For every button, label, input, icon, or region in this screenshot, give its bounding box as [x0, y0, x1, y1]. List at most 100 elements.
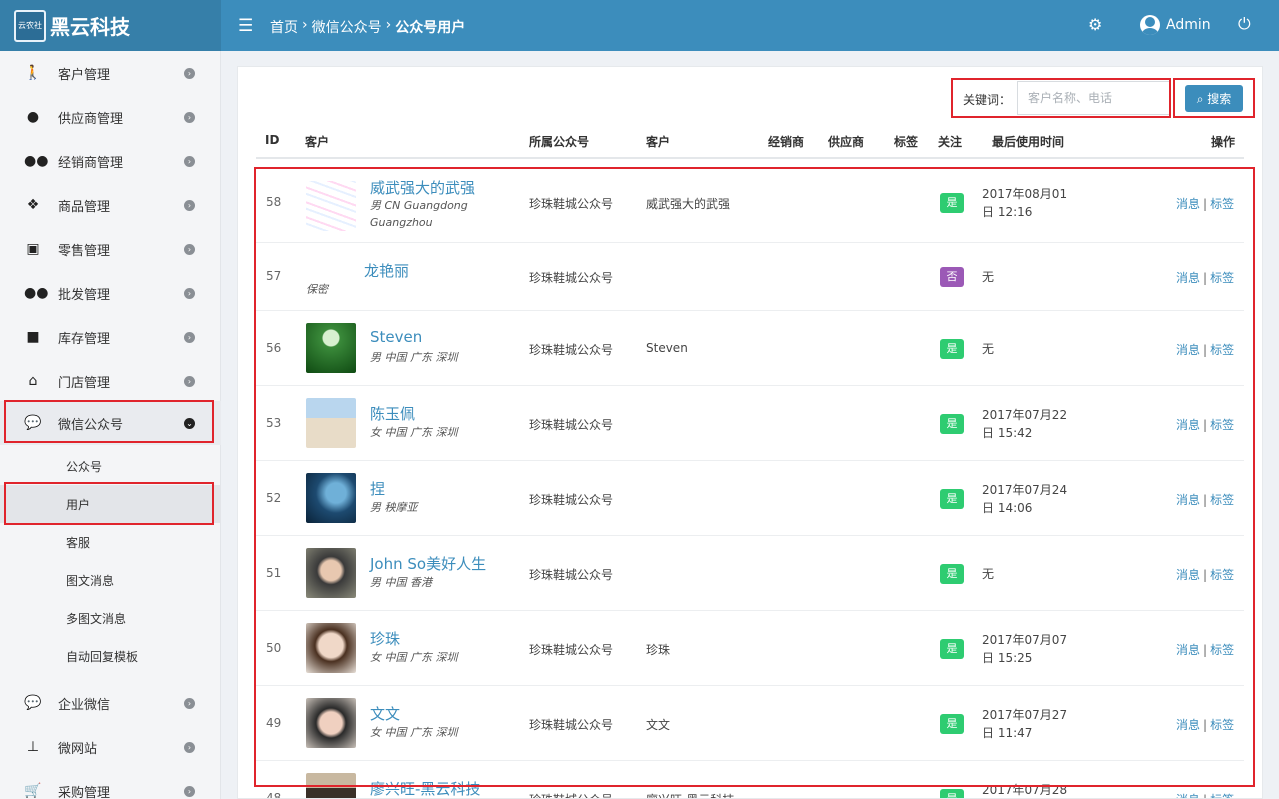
last-used-time: 2017年07月28 — [982, 783, 1068, 797]
menu-toggle-icon[interactable]: ☰ — [238, 16, 253, 36]
action-separator: | — [1203, 793, 1207, 798]
main-panel: 关键词： ⌕ 搜索 ID 客户 所属公众号 客户 经销商 供应商 标签 关注 最… — [237, 66, 1263, 799]
linked-customer: Steven — [646, 341, 688, 355]
chevron-right-icon: › — [184, 375, 195, 387]
sidebar-subitem-accounts[interactable]: 公众号 — [0, 447, 221, 485]
sidebar-item-micro-site[interactable]: ⊥ 微网站 › — [0, 725, 221, 769]
message-link[interactable]: 消息 — [1176, 493, 1200, 507]
sidebar-subitem-news[interactable]: 图文消息 — [0, 561, 221, 599]
user-menu[interactable]: Admin — [1140, 15, 1211, 35]
sitemap-icon: ⊥ — [26, 739, 40, 755]
sidebar-item-products[interactable]: ❖ 商品管理 › — [0, 183, 221, 227]
sidebar-item-wholesale[interactable]: ●● 批发管理 › — [0, 271, 221, 315]
sidebar-item-wechat-official[interactable]: 💬 微信公众号 ⌄ — [0, 401, 221, 445]
action-separator: | — [1203, 718, 1208, 732]
action-separator: | — [1203, 418, 1208, 432]
sidebar-subitem-label: 用户 — [66, 497, 91, 512]
customer-name-link[interactable]: Steven — [370, 328, 422, 346]
sidebar-subitem-multi-news[interactable]: 多图文消息 — [0, 599, 221, 637]
customer-name-link[interactable]: 珍珠 — [370, 628, 400, 649]
brand[interactable]: 云农社 黑云科技 — [0, 0, 221, 51]
avatar — [306, 548, 356, 598]
customer-name-link[interactable]: 陈玉佩 — [370, 403, 415, 424]
sidebar-subitem-users[interactable]: 用户 — [0, 485, 221, 523]
follow-badge: 是 — [940, 564, 964, 584]
breadcrumb-wechat[interactable]: 微信公众号 — [312, 17, 382, 37]
avatar — [306, 698, 356, 748]
customer-name-link[interactable]: 龙艳丽 — [364, 260, 409, 281]
row-actions: 消息|标签 — [1176, 566, 1234, 583]
tag-link[interactable]: 标签 — [1210, 718, 1234, 732]
chevron-right-icon: › — [184, 155, 195, 167]
sidebar-item-stores[interactable]: ⌂ 门店管理 › — [0, 359, 221, 403]
breadcrumb-home[interactable]: 首页 — [270, 17, 298, 37]
column-header: 最后使用时间 — [992, 135, 1065, 149]
sidebar-item-work-wechat[interactable]: 💬 企业微信 › — [0, 681, 221, 725]
sidebar-item-label: 经销商管理 — [58, 155, 124, 171]
row-id: 48 — [266, 791, 282, 799]
last-used-time: 无 — [982, 270, 995, 284]
breadcrumb-current: 公众号用户 — [395, 20, 466, 36]
tag-link[interactable]: 标签 — [1210, 343, 1234, 357]
tag-link[interactable]: 标签 — [1210, 793, 1234, 798]
avatar — [306, 773, 356, 798]
sidebar-subitem-auto-reply[interactable]: 自动回复模板 — [0, 637, 221, 675]
row-actions: 消息|标签 — [1176, 195, 1234, 212]
wechat-icon: 💬 — [24, 415, 42, 431]
customer-name-link[interactable]: 威武强大的武强 — [370, 177, 475, 198]
sidebar-item-label: 商品管理 — [58, 199, 111, 215]
chevron-right-icon: › — [184, 287, 195, 299]
row-actions: 消息|标签 — [1176, 791, 1234, 798]
tag-link[interactable]: 标签 — [1210, 418, 1234, 432]
message-link[interactable]: 消息 — [1176, 418, 1200, 432]
message-link[interactable]: 消息 — [1176, 568, 1200, 582]
search-button[interactable]: ⌕ 搜索 — [1185, 85, 1243, 112]
brand-name: 黑云科技 — [50, 15, 130, 39]
sidebar-item-customers[interactable]: 🚶 客户管理 › — [0, 51, 221, 95]
top-navbar: 云农社 黑云科技 ☰ 首页 › 微信公众号 › 公众号用户 ⚙ Admin ⏻ — [0, 0, 1279, 51]
column-header[interactable]: ID — [265, 133, 279, 147]
tag-link[interactable]: 标签 — [1210, 643, 1234, 657]
row-id: 51 — [266, 566, 282, 580]
column-header: 供应商 — [828, 135, 865, 149]
customer-name-link[interactable]: 文文 — [370, 703, 400, 724]
sidebar-subitem-label: 自动回复模板 — [66, 649, 139, 664]
table-row: 50 珍珠 女 中国 广东 深圳 珍珠鞋城公众号 珍珠 是 2017年07月07… — [256, 611, 1244, 686]
search-input[interactable] — [1017, 81, 1171, 115]
power-icon[interactable]: ⏻ — [1238, 14, 1251, 34]
sidebar-subitem-label: 客服 — [66, 535, 91, 550]
sidebar-subitem-label: 公众号 — [66, 459, 103, 474]
tag-link[interactable]: 标签 — [1210, 568, 1234, 582]
table-row: 49 文文 女 中国 广东 深圳 珍珠鞋城公众号 文文 是 2017年07月27… — [256, 686, 1244, 761]
tag-link[interactable]: 标签 — [1210, 493, 1234, 507]
table-row: 56 Steven 男 中国 广东 深圳 珍珠鞋城公众号 Steven 是 无 … — [256, 311, 1244, 386]
tag-link[interactable]: 标签 — [1210, 271, 1234, 285]
message-link[interactable]: 消息 — [1176, 793, 1200, 798]
message-link[interactable]: 消息 — [1176, 643, 1200, 657]
official-account: 珍珠鞋城公众号 — [529, 568, 614, 582]
breadcrumb: 首页 › 微信公众号 › 公众号用户 — [270, 17, 465, 37]
sidebar-item-dealers[interactable]: ●● 经销商管理 › — [0, 139, 221, 183]
follow-badge: 是 — [940, 339, 964, 359]
sidebar-item-suppliers[interactable]: ● 供应商管理 › — [0, 95, 221, 139]
sidebar-item-purchase[interactable]: 🛒 采购管理 › — [0, 769, 221, 799]
message-link[interactable]: 消息 — [1176, 197, 1200, 211]
breadcrumb-separator: › — [385, 17, 392, 33]
gear-icon[interactable]: ⚙ — [1088, 15, 1102, 34]
message-link[interactable]: 消息 — [1176, 718, 1200, 732]
customer-name-link[interactable]: 捏 — [370, 478, 385, 499]
tag-link[interactable]: 标签 — [1210, 197, 1234, 211]
message-link[interactable]: 消息 — [1176, 343, 1200, 357]
customer-name-link[interactable]: John So美好人生 — [370, 553, 486, 574]
customer-info: 男 中国 广东 深圳 — [370, 351, 458, 364]
customer-name-link[interactable]: 廖兴旺-黑云科技 — [370, 778, 480, 798]
message-link[interactable]: 消息 — [1176, 271, 1200, 285]
sidebar-item-retail[interactable]: ▣ 零售管理 › — [0, 227, 221, 271]
action-separator: | — [1203, 343, 1208, 357]
sidebar-subitem-customer-service[interactable]: 客服 — [0, 523, 221, 561]
search-button-label: 搜索 — [1207, 92, 1232, 106]
avatar — [306, 473, 356, 523]
sidebar-item-inventory[interactable]: ■ 库存管理 › — [0, 315, 221, 359]
money-icon: ▣ — [26, 241, 40, 257]
last-used-time: 无 — [982, 567, 995, 581]
